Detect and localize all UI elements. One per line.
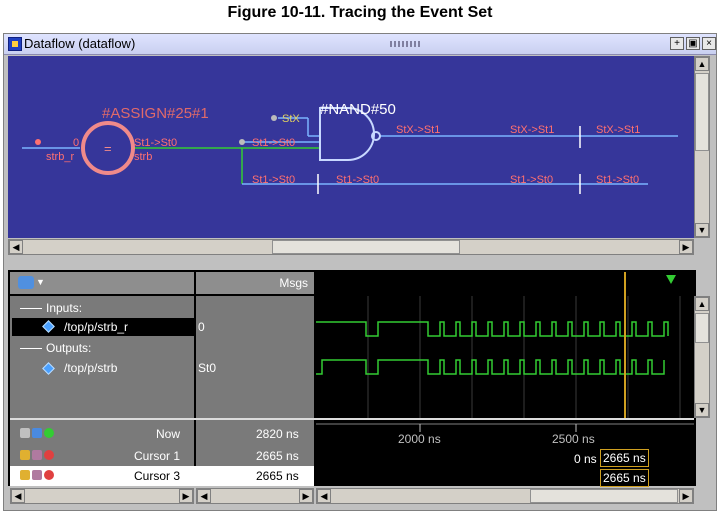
signal-name[interactable]: /top/p/strb_r xyxy=(64,320,128,334)
wave-hscroll-thumb[interactable] xyxy=(530,489,678,503)
now-marker-icon xyxy=(666,275,676,284)
signal-values xyxy=(196,296,314,418)
stx-dot xyxy=(271,115,277,121)
signal-value: 0 xyxy=(198,320,205,334)
vscroll-down-arrow-icon[interactable]: ▼ xyxy=(695,223,709,237)
axis-tick-label: 2000 ns xyxy=(398,432,441,446)
titlebar-drag-grip-icon[interactable] xyxy=(390,41,420,47)
tree-hscroll-right-icon[interactable]: ▶ xyxy=(179,489,193,503)
tree-hscroll-left-icon[interactable]: ◀ xyxy=(11,489,25,503)
maximize-button[interactable]: ▣ xyxy=(686,37,700,50)
dataflow-canvas[interactable]: #ASSIGN#25#1 #NAND#50 = 0 strb_r St1->St… xyxy=(8,56,694,238)
cursor1-value: 2665 ns xyxy=(256,449,299,463)
cursor1-label[interactable]: Cursor 1 xyxy=(134,449,180,463)
junction-dot xyxy=(239,139,245,145)
values-hscroll-right-icon[interactable]: ▶ xyxy=(299,489,313,503)
window-title: Dataflow (dataflow) xyxy=(24,36,136,51)
cursor3-edit-icon[interactable] xyxy=(32,470,42,480)
group-line xyxy=(20,348,42,349)
output-value: St1->St0 xyxy=(134,137,177,149)
group-line xyxy=(20,308,42,309)
right-bot-label: St1->St0 xyxy=(596,174,639,186)
axis-tick-label: 2500 ns xyxy=(552,432,595,446)
cursor3-delete-icon[interactable] xyxy=(44,470,54,480)
signal-value: St0 xyxy=(198,361,217,375)
close-button[interactable]: × xyxy=(702,37,716,50)
now-label: Now xyxy=(156,427,181,441)
cursor3-value: 2665 ns xyxy=(256,469,299,483)
branch2b-label: St1->St0 xyxy=(336,174,379,186)
wave-hscroll-right-icon[interactable]: ▶ xyxy=(679,489,693,503)
vscroll-up-arrow-icon[interactable]: ▲ xyxy=(695,57,709,71)
dropdown-arrow-icon[interactable]: ▼ xyxy=(36,277,45,287)
msgs-header-label: Msgs xyxy=(279,276,308,290)
dock-button[interactable]: + xyxy=(670,37,684,50)
values-hscroll[interactable] xyxy=(196,488,314,504)
wave-toolbar-icon[interactable] xyxy=(18,276,34,289)
nand-out-label: StX->St1 xyxy=(396,124,440,136)
assign-inner-label: = xyxy=(104,141,112,156)
input-value: 0 xyxy=(73,137,79,149)
cursor3-time-box[interactable]: 2665 ns xyxy=(600,469,649,487)
cursor1-edit-icon[interactable] xyxy=(32,450,42,460)
signal-name[interactable]: /top/p/strb xyxy=(64,361,117,375)
tree-hscroll[interactable] xyxy=(10,488,194,504)
waveform-area[interactable] xyxy=(316,296,694,418)
add-cursor-icon[interactable] xyxy=(44,428,54,438)
cursor3-lock-icon[interactable] xyxy=(20,470,30,480)
output-name: strb xyxy=(134,151,152,163)
now-value: 2820 ns xyxy=(256,427,299,441)
cursor3-label[interactable]: Cursor 3 xyxy=(134,469,180,483)
branch2-label: St1->St0 xyxy=(252,174,295,186)
inputs-group[interactable]: Inputs: xyxy=(46,301,82,315)
cursor1-lock-icon[interactable] xyxy=(20,450,30,460)
hscroll-right-arrow-icon[interactable]: ▶ xyxy=(679,240,693,254)
values-hscroll-left-icon[interactable]: ◀ xyxy=(197,489,211,503)
now-lock-icon[interactable] xyxy=(20,428,30,438)
cursor1-delete-icon[interactable] xyxy=(44,450,54,460)
wave-hscroll-left-icon[interactable]: ◀ xyxy=(317,489,331,503)
input-name: strb_r xyxy=(46,151,74,163)
cursor1-time-box[interactable]: 2665 ns xyxy=(600,449,649,467)
outputs-group[interactable]: Outputs: xyxy=(46,341,91,355)
msgs-header: Msgs xyxy=(196,272,314,294)
nand-label: #NAND#50 xyxy=(320,101,396,118)
hscroll-left-arrow-icon[interactable]: ◀ xyxy=(9,240,23,254)
now-edit-icon[interactable] xyxy=(32,428,42,438)
stx-label: StX xyxy=(282,113,300,125)
input-dot xyxy=(35,139,41,145)
mid-bot-label: St1->St0 xyxy=(510,174,553,186)
mid-top-label: StX->St1 xyxy=(510,124,554,136)
wave-vscroll-down-icon[interactable]: ▼ xyxy=(695,403,709,417)
strb-r-waveform xyxy=(316,321,669,337)
wave-vscroll-up-icon[interactable]: ▲ xyxy=(695,297,709,311)
wave-timeline-header xyxy=(316,272,694,294)
cursor-delta: 0 ns xyxy=(574,452,597,466)
signal-tree xyxy=(10,296,194,418)
vscroll-thumb[interactable] xyxy=(695,73,709,151)
right-top-label: StX->St1 xyxy=(596,124,640,136)
assign-label: #ASSIGN#25#1 xyxy=(102,105,209,122)
figure-caption: Figure 10-11. Tracing the Event Set xyxy=(227,4,493,21)
branch1-label: St1->St0 xyxy=(252,137,295,149)
dataflow-app-icon xyxy=(8,37,22,51)
hscroll-thumb[interactable] xyxy=(272,240,460,254)
wave-vscroll-thumb[interactable] xyxy=(695,313,709,343)
